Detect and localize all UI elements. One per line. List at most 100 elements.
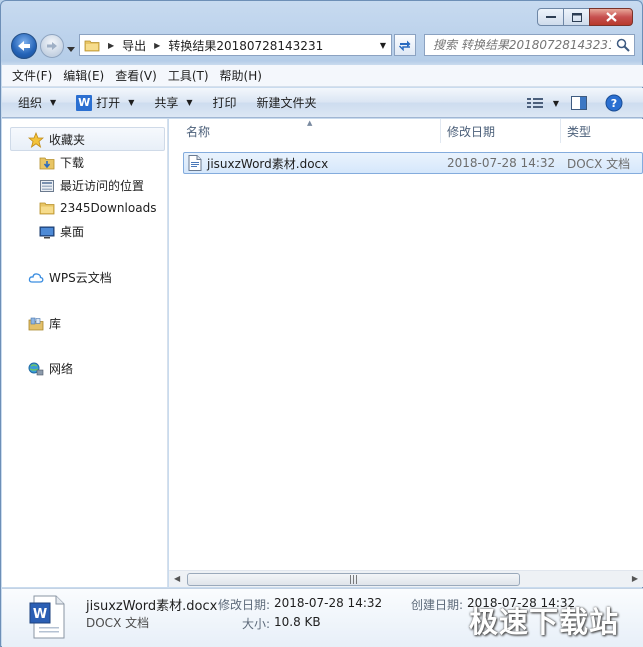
address-dropdown-icon[interactable]: ▼ [375,35,391,55]
menu-tools[interactable]: 工具(T) [168,67,209,84]
column-divider[interactable] [440,119,441,143]
word-document-icon: W [28,595,66,639]
forward-button[interactable] [40,34,64,58]
maximize-button[interactable] [563,8,590,26]
downloads-folder-icon [39,155,55,171]
share-label: 共享 [154,96,179,110]
new-folder-button[interactable]: 新建文件夹 [257,94,317,111]
desktop-icon [39,224,55,240]
nav-wps-cloud-label: WPS云文档 [49,271,112,285]
nav-downloads[interactable]: 下载 [39,154,84,171]
nav-2345downloads-label: 2345Downloads [60,201,157,215]
nav-favorites-label: 收藏夹 [49,133,86,147]
nav-2345downloads[interactable]: 2345Downloads [39,200,156,216]
print-label: 打印 [212,96,237,110]
nav-desktop-label: 桌面 [60,225,85,239]
breadcrumb-export[interactable]: 导出 [118,35,150,55]
open-label: 打开 [96,96,121,110]
arrow-right-icon [47,42,57,50]
help-button[interactable]: ? [605,94,623,112]
watermark-logo: 极速下载站 [469,605,620,639]
address-folder-icon [80,35,104,55]
file-row[interactable]: jisuxzWord素材.docx 2018-07-28 14:32 DOCX … [183,152,643,174]
back-button[interactable] [11,33,37,59]
nav-libraries[interactable]: 库 [28,315,61,332]
details-size-value: 10.8 KB [274,615,321,629]
column-header-name[interactable]: 名称 [186,119,210,143]
print-button[interactable]: 打印 [213,94,237,111]
new-folder-label: 新建文件夹 [256,96,317,110]
libraries-icon [28,316,44,332]
caption-buttons [537,8,633,26]
command-bar: 组织 ▼ W 打开 ▼ 共享 ▼ 打印 新建文件夹 ▼ ? [2,88,643,118]
menu-bar: 文件(F) 编辑(E) 查看(V) 工具(T) 帮助(H) [2,65,643,87]
nav-network-label: 网络 [49,362,74,376]
nav-favorites[interactable]: 收藏夹 [28,131,85,148]
menu-view[interactable]: 查看(V) [115,67,157,84]
nav-recent-places-label: 最近访问的位置 [60,179,145,193]
search-input[interactable] [433,38,611,52]
share-button[interactable]: 共享 ▼ [154,94,192,111]
docx-file-icon [188,155,202,174]
refresh-button[interactable] [394,34,416,56]
breadcrumb-separator-icon[interactable]: ▶ [104,41,118,50]
sort-ascending-icon: ▲ [307,119,313,127]
grip-icon: ||| [348,574,359,585]
horizontal-scrollbar[interactable]: ◀ ||| ▶ [169,570,643,587]
close-icon [605,12,617,22]
folder-icon [39,200,55,216]
file-modified-date: 2018-07-28 14:32 [447,156,556,170]
word-icon: W [76,94,93,111]
refresh-icon [398,40,411,51]
nav-desktop[interactable]: 桌面 [39,223,84,240]
scroll-left-icon[interactable]: ◀ [174,574,180,583]
details-modified-value: 2018-07-28 14:32 [274,596,383,610]
file-name: jisuxzWord素材.docx [207,156,329,171]
nav-wps-cloud[interactable]: WPS云文档 [28,269,112,286]
view-options-button[interactable]: ▼ [526,97,559,109]
star-icon [28,131,44,148]
chevron-down-icon: ▼ [50,98,57,107]
details-modified-label: 修改日期: [218,598,271,612]
chevron-down-icon [67,47,75,52]
organize-label: 组织 [18,96,43,110]
search-icon[interactable] [616,38,630,55]
details-file-name: jisuxzWord素材.docx [86,599,218,614]
minimize-icon [545,16,556,18]
scroll-right-icon[interactable]: ▶ [632,574,638,583]
explorer-window: ▶ 导出 ▶ 转换结果20180728143231 ▼ 文件(F) 编辑(E) … [0,0,643,647]
arrow-left-icon [18,41,30,51]
details-file-type: DOCX 文档 [86,616,150,630]
menu-help[interactable]: 帮助(H) [220,67,262,84]
close-button[interactable] [589,8,633,26]
maximize-icon [571,12,582,22]
organize-button[interactable]: 组织 ▼ [18,94,56,111]
column-divider[interactable] [560,119,561,143]
scrollbar-thumb[interactable]: ||| [187,573,520,586]
svg-text:W: W [33,607,47,622]
recent-pages-dropdown[interactable] [67,41,75,55]
nav-libraries-label: 库 [49,317,62,331]
svg-text:?: ? [611,97,617,110]
menu-file[interactable]: 文件(F) [12,67,52,84]
minimize-button[interactable] [537,8,564,26]
file-list-pane: ▲ 名称 修改日期 类型 jisuxzWord素材.docx 2018-07-2… [169,119,643,587]
breadcrumb-separator-icon[interactable]: ▶ [150,41,164,50]
column-header-modified[interactable]: 修改日期 [447,119,495,143]
chevron-down-icon: ▼ [128,98,135,107]
nav-network[interactable]: 网络 [28,360,73,377]
search-box[interactable] [424,34,635,56]
open-button[interactable]: W 打开 ▼ [76,94,134,111]
recent-places-icon [39,178,55,194]
details-size-label: 大小: [242,617,271,631]
cloud-icon [28,270,44,286]
details-created-label: 创建日期: [411,598,464,612]
preview-pane-button[interactable] [571,96,587,110]
preview-pane-icon [571,96,587,110]
address-bar[interactable]: ▶ 导出 ▶ 转换结果20180728143231 ▼ [79,34,392,56]
nav-recent-places[interactable]: 最近访问的位置 [39,177,144,194]
chevron-down-icon: ▼ [186,98,193,107]
column-header-type[interactable]: 类型 [567,119,591,143]
breadcrumb-conversion-result[interactable]: 转换结果20180728143231 [164,35,327,55]
menu-edit[interactable]: 编辑(E) [63,67,104,84]
